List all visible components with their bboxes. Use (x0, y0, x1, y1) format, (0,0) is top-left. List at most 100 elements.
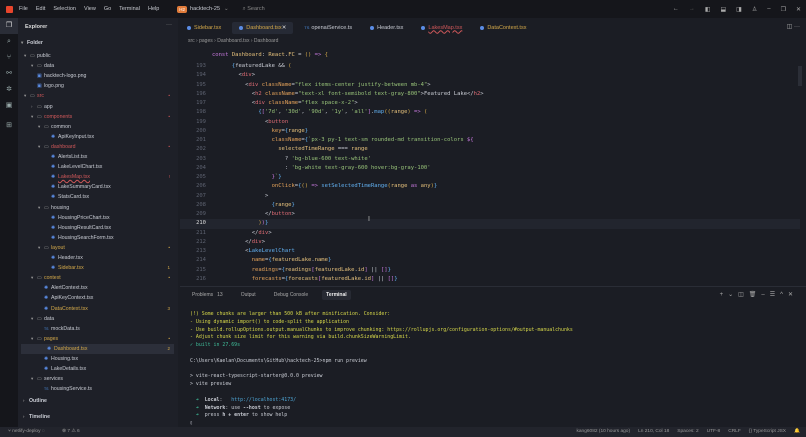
tree-item[interactable]: › ▭ app (18, 102, 174, 112)
panel-tab-terminal[interactable]: Terminal (322, 290, 351, 300)
remote-icon[interactable]: ⚯ (0, 66, 18, 82)
toggle-panel-icon[interactable]: ⬓ (721, 6, 727, 13)
git-blame[interactable]: kang6082 (10 hours ago) (576, 427, 630, 437)
tree-item[interactable]: ▾ ▭ data (18, 61, 174, 71)
cursor-position[interactable]: Ln 210, Col 18 (638, 427, 669, 437)
minus-icon[interactable]: – (761, 292, 769, 298)
tree-item[interactable]: ▾ ▭ pages • (18, 334, 174, 344)
tree-item-label: AlertsList.tsx (58, 154, 88, 160)
split-editor-icon[interactable]: ◫ (787, 24, 793, 30)
tree-item[interactable]: ▾ ▭ dashboard • (18, 142, 174, 152)
toggle-secondary-sidebar-icon[interactable]: ◨ (736, 6, 742, 13)
close-tab-icon[interactable]: ✕ (282, 25, 287, 31)
tab-lakesmap-tsx[interactable]: LakesMap.tsx (414, 22, 469, 34)
line-ending[interactable]: CRLF (728, 427, 741, 437)
new-terminal-icon[interactable]: +⌄ (720, 292, 739, 298)
menu-help[interactable]: Help (148, 6, 159, 12)
tab-header-tsx[interactable]: Header.tsx (363, 22, 410, 34)
tree-item[interactable]: ▾ ▭ data (18, 314, 174, 324)
tree-item[interactable]: ▾ ▭ services (18, 374, 174, 384)
panel-tab-output[interactable]: Output (237, 290, 260, 300)
problems-indicator[interactable]: ⊗ 7 ⚠ 6 (62, 427, 80, 437)
tree-item[interactable]: ✺ Dashboard.tsx 2 (21, 343, 174, 354)
back-arrow-icon[interactable]: ← (673, 6, 679, 12)
remote-explorer-icon[interactable]: ▣ (0, 98, 18, 114)
menu-file[interactable]: File (19, 6, 28, 12)
tree-item[interactable]: ✺ AlertsList.tsx (18, 152, 174, 162)
branch-indicator[interactable]: ⑂ netlify-deploy ◌ (8, 427, 45, 437)
tree-item[interactable]: ▾ ▭ layout • (18, 243, 174, 253)
breadcrumb-item[interactable]: pages (199, 38, 213, 44)
timeline-section[interactable]: › Timeline (23, 412, 179, 422)
tree-item[interactable]: ▾ ▭ common (18, 122, 174, 132)
close-panel-icon[interactable]: ✕ (788, 292, 798, 298)
project-switcher[interactable]: H2 hacktech-25 ⌄ (177, 5, 229, 13)
tree-item[interactable]: ▣ logo.png (18, 81, 174, 91)
tree-item[interactable]: ✺ DataContext.tsx 3 (18, 304, 174, 314)
maximize-panel-icon[interactable]: ^ (780, 292, 788, 298)
tree-item[interactable]: ✺ LakesMap.tsx! (18, 172, 174, 182)
terminal-output[interactable]: (!) Some chunks are larger than 500 kB a… (190, 311, 573, 428)
explorer-icon[interactable]: ❐ (0, 18, 18, 34)
minimize-icon[interactable]: – (767, 6, 770, 12)
tab-openaiservice-ts[interactable]: TS openaiService.ts (297, 22, 359, 34)
encoding[interactable]: UTF-8 (707, 427, 721, 437)
tree-item[interactable]: ✺ ApiKeyInput.tsx (18, 132, 174, 142)
tree-item[interactable]: ✺ Header.tsx (18, 253, 174, 263)
close-icon[interactable]: ✕ (796, 6, 801, 13)
tree-item[interactable]: ▾ ▭ context • (18, 273, 174, 283)
command-search[interactable]: ⌕ Search (243, 6, 265, 13)
line-number: 194 (196, 72, 206, 79)
breadcrumb-item[interactable]: Dashboard.tsx (217, 38, 249, 44)
search-icon[interactable]: ⌕ (0, 34, 18, 50)
tree-item[interactable]: ✺ HousingResultCard.tsx (18, 223, 174, 233)
tree-item[interactable]: ▣ hacktech-logo.png (18, 71, 174, 81)
menu-selection[interactable]: Selection (53, 6, 76, 12)
forward-arrow-icon[interactable]: → (689, 6, 695, 12)
list-icon[interactable]: ☰ (770, 292, 780, 298)
indentation[interactable]: Spaces: 2 (677, 427, 698, 437)
source-control-icon[interactable]: ⑂ (0, 50, 18, 66)
accounts-icon[interactable]: ♙ (752, 6, 757, 13)
panel-tab-problems[interactable]: Problems 13 (188, 290, 227, 300)
language-mode[interactable]: {} TypeScript JSX (749, 427, 786, 437)
tree-item[interactable]: TS housingService.ts (18, 384, 174, 394)
tree-item[interactable]: ✺ Housing.tsx (18, 354, 174, 364)
more-actions-icon[interactable]: ··· (166, 22, 172, 28)
trash-icon[interactable]: 🗑 (749, 292, 762, 298)
menu-view[interactable]: View (84, 6, 96, 12)
tree-item[interactable]: ✺ LakeLevelChart.tsx (18, 162, 174, 172)
breadcrumb-item[interactable]: Dashboard (254, 38, 278, 44)
menu-go[interactable]: Go (104, 6, 111, 12)
tree-item[interactable]: ▾ ▭ components • (18, 112, 174, 122)
tree-item[interactable]: ▾ ▭ src • (18, 91, 174, 101)
tab-dashboard-tsx[interactable]: Dashboard.tsx ✕ (232, 21, 294, 34)
folder-section-header[interactable]: ▾ Folder (21, 38, 177, 48)
split-terminal-icon[interactable]: ◫ (738, 292, 749, 298)
panel-tab-debug-console[interactable]: Debug Console (270, 290, 312, 300)
scrollbar[interactable] (798, 66, 802, 86)
toggle-sidebar-icon[interactable]: ◧ (705, 6, 711, 13)
tree-item[interactable]: ▾ ▭ public (18, 51, 174, 61)
tab-sidebar-tsx[interactable]: Sidebar.tsx (180, 22, 228, 34)
tree-item[interactable]: ✺ Sidebar.tsx 1 (18, 263, 174, 273)
tree-item[interactable]: ✺ HousingSearchForm.tsx (18, 233, 174, 243)
debug-icon[interactable]: ✲ (0, 82, 18, 98)
notifications-icon[interactable]: 🔔 (794, 427, 800, 437)
tab-datacontext-tsx[interactable]: DataContext.tsx (473, 22, 533, 34)
tree-item[interactable]: TS mockData.ts (18, 324, 174, 334)
tree-item[interactable]: ✺ ApiKeyContext.tsx (18, 293, 174, 303)
restore-icon[interactable]: ❐ (781, 6, 786, 13)
tree-item[interactable]: ✺ LakeSummaryCard.tsx (18, 182, 174, 192)
tree-item[interactable]: ✺ StatsCard.tsx (18, 192, 174, 202)
tree-item[interactable]: ✺ LakeDetails.tsx (18, 364, 174, 374)
more-actions-icon[interactable]: ··· (794, 24, 800, 30)
tree-item[interactable]: ✺ HousingPriceChart.tsx (18, 213, 174, 223)
extensions-icon[interactable]: ⊞ (0, 118, 18, 134)
menu-terminal[interactable]: Terminal (119, 6, 140, 12)
menu-edit[interactable]: Edit (36, 6, 45, 12)
tree-item[interactable]: ▾ ▭ housing (18, 203, 174, 213)
outline-section[interactable]: › Outline (23, 396, 179, 406)
tree-item[interactable]: ✺ AlertContext.tsx (18, 283, 174, 293)
breadcrumb-item[interactable]: src (188, 38, 195, 44)
